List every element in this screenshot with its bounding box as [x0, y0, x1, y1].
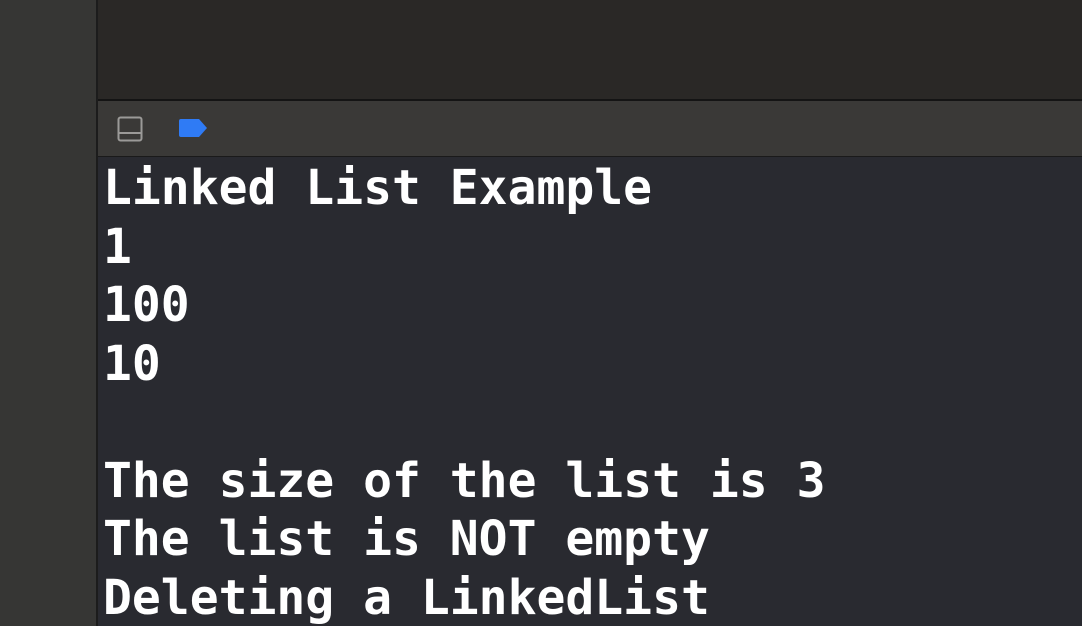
- console-line: The size of the list is 3: [103, 452, 826, 509]
- console-line: The list is NOT empty: [103, 511, 710, 567]
- console-line: 1: [103, 218, 132, 275]
- console-line: Deleting a LinkedList: [103, 569, 710, 626]
- console-output[interactable]: Linked List Example 1 100 10 The size of…: [98, 157, 1082, 626]
- panel-bottom-icon[interactable]: [116, 115, 144, 143]
- breakpoint-icon[interactable]: [176, 117, 210, 139]
- xcode-window: Linked List Example 1 100 10 The size of…: [0, 0, 1082, 626]
- console-output-lines: Linked List Example 1 100 10 The size of…: [103, 159, 825, 626]
- console-line: 10: [103, 335, 161, 392]
- console-line: 100: [103, 277, 190, 333]
- editor-area[interactable]: [98, 0, 1082, 99]
- console-line: Linked List Example: [103, 160, 653, 216]
- debug-console-toolbar: [98, 101, 1082, 156]
- navigator-gutter: [0, 0, 96, 626]
